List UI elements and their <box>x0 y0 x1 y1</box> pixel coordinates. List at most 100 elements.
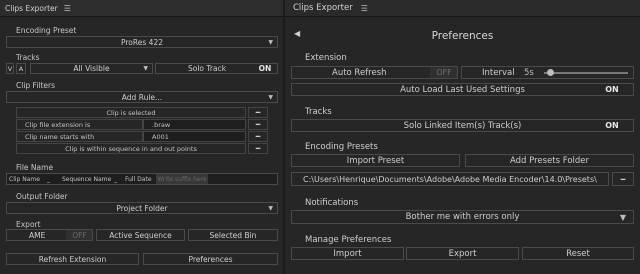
remove-rule-icon[interactable]: ━ <box>248 119 268 130</box>
export-preferences-button[interactable]: Export <box>406 247 519 260</box>
reset-preferences-button[interactable]: Reset <box>522 247 634 260</box>
remove-rule-icon[interactable]: ━ <box>248 107 268 118</box>
output-folder-label: Output Folder <box>16 192 68 201</box>
chevron-down-icon: ▼ <box>268 93 273 101</box>
file-name-suffix-input[interactable]: Write suffix here <box>156 174 208 184</box>
auto-load-state: ON <box>605 85 619 94</box>
output-folder-value: Project Folder <box>116 203 168 213</box>
filter-rule-value-input[interactable]: .braw <box>143 119 246 130</box>
panel-tab[interactable]: Clips Exporter ☰ <box>285 0 640 17</box>
import-preset-button[interactable]: Import Preset <box>291 154 460 167</box>
interval-slider-handle[interactable] <box>547 69 555 76</box>
panel-title: Clips Exporter <box>293 3 353 13</box>
main-panel: Clips Exporter ☰ Encoding Preset ProRes … <box>0 0 283 274</box>
panel-title: Clips Exporter <box>5 3 58 13</box>
filter-rule-value-input[interactable]: A001 <box>143 131 246 142</box>
remove-rule-icon[interactable]: ━ <box>248 131 268 142</box>
encoding-preset-value: ProRes 422 <box>121 37 163 47</box>
filter-rule-row: Clip is selected <box>16 107 246 118</box>
refresh-extension-button[interactable]: Refresh Extension <box>6 253 139 265</box>
add-rule-select[interactable]: Add Rule... ▼ <box>6 91 278 103</box>
add-presets-folder-label: Add Presets Folder <box>509 155 590 166</box>
video-track-label: V <box>7 64 13 73</box>
audio-track-label: A <box>18 64 24 73</box>
tracks-label: Tracks <box>305 107 332 117</box>
filter-rule-row: Clip file extension is .braw <box>16 119 246 130</box>
preferences-label: Preferences <box>188 254 233 264</box>
filter-rule-text: Clip name starts with <box>16 131 143 142</box>
preset-folder-path-text: C:\Users\Henrique\Documents\Adobe\Adobe … <box>303 174 597 184</box>
selected-bin-label: Selected Bin <box>209 230 257 240</box>
refresh-extension-label: Refresh Extension <box>38 254 107 264</box>
filter-rule-row: Clip is within sequence in and out point… <box>16 143 246 154</box>
encoding-preset-select[interactable]: ProRes 422 ▼ <box>6 36 278 48</box>
file-name-separator[interactable]: _ <box>47 176 50 183</box>
solo-linked-toggle[interactable]: Solo Linked Item(s) Track(s) ON <box>291 119 634 132</box>
solo-linked-label: Solo Linked Item(s) Track(s) <box>403 120 522 131</box>
track-visibility-value: All Visible <box>73 64 110 73</box>
active-sequence-label: Active Sequence <box>109 230 172 240</box>
manage-preferences-label: Manage Preferences <box>305 235 392 245</box>
solo-track-toggle[interactable]: Solo Track ON <box>155 63 278 74</box>
ame-toggle[interactable]: AME OFF <box>6 229 93 241</box>
export-label: Export <box>448 248 477 259</box>
encoding-preset-label: Encoding Preset <box>16 26 77 35</box>
preset-folder-path: C:\Users\Henrique\Documents\Adobe\Adobe … <box>291 172 609 186</box>
video-track-button[interactable]: V <box>6 63 14 74</box>
auto-refresh-toggle[interactable]: Auto Refresh OFF <box>291 66 458 79</box>
filter-rule-text: Clip is within sequence in and out point… <box>16 143 246 154</box>
remove-rule-icon[interactable]: ━ <box>248 143 268 154</box>
output-folder-select[interactable]: Project Folder ▼ <box>6 202 278 214</box>
audio-track-button[interactable]: A <box>16 63 26 74</box>
auto-refresh-label: Auto Refresh <box>332 67 387 78</box>
import-preferences-button[interactable]: Import <box>291 247 404 260</box>
track-visibility-select[interactable]: All Visible ▼ <box>30 63 153 74</box>
interval-label: Interval <box>482 67 515 78</box>
panel-menu-icon[interactable]: ☰ <box>64 4 71 13</box>
filter-rule-row: Clip name starts with A001 <box>16 131 246 142</box>
auto-load-toggle[interactable]: Auto Load Last Used Settings ON <box>291 83 634 96</box>
preferences-panel: Clips Exporter ☰ ◀ Preferences Extension… <box>285 0 640 274</box>
file-name-builder[interactable]: Clip Name _ Sequence Name _ Full Date Wr… <box>6 173 278 185</box>
notifications-select[interactable]: Bother me with errors only ▼ <box>291 210 634 224</box>
file-name-token[interactable]: Sequence Name <box>62 176 111 183</box>
panel-menu-icon[interactable]: ☰ <box>361 4 368 13</box>
notifications-value: Bother me with errors only <box>405 212 520 222</box>
add-rule-value: Add Rule... <box>121 92 163 102</box>
notifications-label: Notifications <box>305 198 359 208</box>
auto-refresh-state: OFF <box>430 67 457 78</box>
file-name-token[interactable]: Clip Name <box>9 176 40 183</box>
file-name-token[interactable]: Full Date <box>125 176 152 183</box>
extension-label: Extension <box>305 53 347 63</box>
interval-slider-track[interactable] <box>544 72 628 74</box>
export-label: Export <box>16 220 41 229</box>
chevron-down-icon: ▼ <box>268 204 273 212</box>
import-preset-label: Import Preset <box>346 155 405 166</box>
filter-rule-text: Clip file extension is <box>16 119 143 130</box>
interval-value: 5s <box>524 67 534 78</box>
remove-glyph: ━ <box>620 174 626 184</box>
solo-track-state: ON <box>258 64 272 73</box>
page-title: Preferences <box>431 30 494 42</box>
remove-preset-folder-icon[interactable]: ━ <box>612 172 634 186</box>
clip-filters-label: Clip Filters <box>16 81 56 90</box>
filter-rule-text: Clip is selected <box>16 107 246 118</box>
auto-load-label: Auto Load Last Used Settings <box>400 84 525 95</box>
solo-linked-state: ON <box>605 121 619 130</box>
export-selected-bin-button[interactable]: Selected Bin <box>188 229 278 241</box>
tracks-label: Tracks <box>16 53 40 62</box>
import-label: Import <box>333 248 362 259</box>
ame-label: AME <box>29 230 46 240</box>
file-name-label: File Name <box>16 163 54 172</box>
chevron-down-icon: ▼ <box>619 212 626 222</box>
preferences-button[interactable]: Preferences <box>143 253 278 265</box>
add-presets-folder-button[interactable]: Add Presets Folder <box>465 154 634 167</box>
reset-label: Reset <box>566 248 590 259</box>
solo-track-label: Solo Track <box>188 64 227 73</box>
chevron-down-icon: ▼ <box>268 38 273 46</box>
panel-tab[interactable]: Clips Exporter ☰ <box>0 0 283 17</box>
export-active-sequence-button[interactable]: Active Sequence <box>96 229 185 241</box>
encoding-presets-label: Encoding Presets <box>305 142 378 152</box>
interval-control[interactable]: Interval 5s <box>461 66 634 79</box>
file-name-separator[interactable]: _ <box>114 176 117 183</box>
